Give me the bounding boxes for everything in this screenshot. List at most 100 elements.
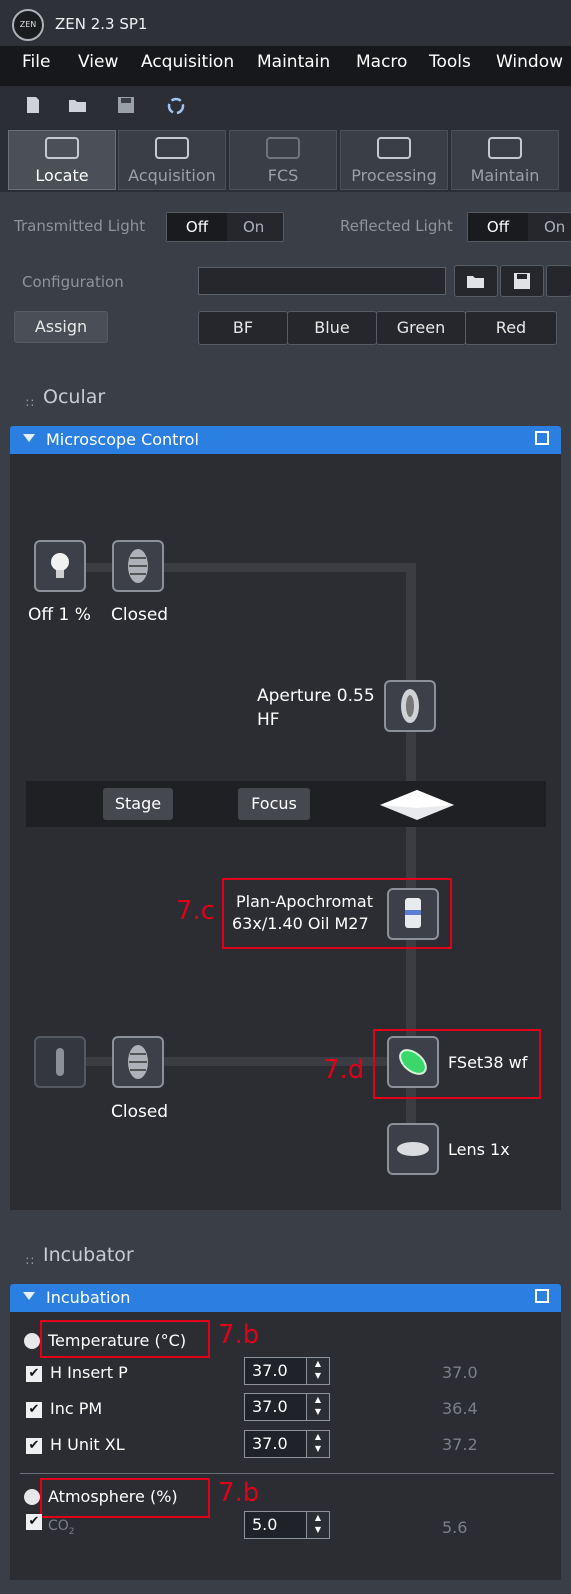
new-file-icon[interactable] bbox=[24, 96, 42, 114]
stage-button[interactable]: Stage bbox=[103, 788, 173, 820]
microscope-control-header[interactable]: Microscope Control bbox=[10, 426, 561, 454]
stage-icon[interactable] bbox=[378, 788, 456, 826]
shutter-top-status: Closed bbox=[111, 605, 169, 625]
menu-tools[interactable]: Tools bbox=[429, 52, 471, 72]
menu-window[interactable]: Window bbox=[496, 52, 563, 72]
objective-icon bbox=[405, 898, 421, 928]
channel-green-button[interactable]: Green bbox=[376, 311, 466, 345]
filter-button[interactable] bbox=[387, 1036, 439, 1088]
co2-setpoint[interactable]: 5.0 ▲ ▼ bbox=[244, 1511, 330, 1539]
gear-icon bbox=[377, 137, 411, 159]
tube-lens-icon bbox=[397, 1142, 429, 1156]
co2-label: CO2 bbox=[48, 1518, 75, 1537]
temperature-collapse-icon[interactable] bbox=[24, 1333, 40, 1349]
save-configuration-button[interactable] bbox=[500, 265, 544, 297]
objective-spec: 63x/1.40 Oil M27 bbox=[232, 914, 369, 933]
lens-button[interactable] bbox=[387, 1123, 439, 1175]
menu-maintain[interactable]: Maintain bbox=[257, 52, 330, 72]
save-icon bbox=[514, 273, 530, 289]
lens-name: Lens 1x bbox=[448, 1140, 510, 1159]
condenser-icon bbox=[401, 689, 419, 723]
h-unit-setpoint[interactable]: 37.0 ▲ ▼ bbox=[244, 1430, 330, 1458]
tab-locate[interactable]: Locate bbox=[8, 130, 116, 190]
h-unit-actual: 37.2 bbox=[442, 1435, 478, 1454]
drag-grip-icon: ∷ bbox=[26, 1254, 34, 1268]
app-title: ZEN 2.3 SP1 bbox=[55, 15, 148, 33]
filter-name: FSet38 wf bbox=[448, 1053, 528, 1072]
h-insert-setpoint[interactable]: 37.0 ▲ ▼ bbox=[244, 1357, 330, 1385]
popout-icon[interactable] bbox=[535, 431, 549, 445]
channel-blue-button[interactable]: Blue bbox=[287, 311, 377, 345]
shutter-top-button[interactable] bbox=[112, 540, 164, 592]
lightbulb-icon bbox=[51, 553, 69, 578]
h-insert-actual: 37.0 bbox=[442, 1363, 478, 1382]
open-folder-icon[interactable] bbox=[68, 96, 86, 114]
zen-logo: ZEN bbox=[12, 9, 44, 41]
lamp-side-icon bbox=[56, 1048, 64, 1076]
atmosphere-collapse-icon[interactable] bbox=[24, 1489, 40, 1505]
spinner-arrows-icon[interactable]: ▲ ▼ bbox=[306, 1431, 329, 1457]
objective-button[interactable] bbox=[387, 888, 439, 940]
menu-view[interactable]: View bbox=[78, 52, 118, 72]
h-insert-checkbox[interactable]: ✔ bbox=[26, 1366, 42, 1382]
transmitted-light-toggle[interactable]: Off On bbox=[166, 212, 284, 242]
reflected-light-toggle[interactable]: Off On bbox=[467, 212, 571, 242]
popout-icon[interactable] bbox=[535, 1289, 549, 1303]
inc-pm-checkbox[interactable]: ✔ bbox=[26, 1402, 42, 1418]
annotation-7b-atmosphere: 7.b bbox=[218, 1478, 260, 1508]
reflected-on-option[interactable]: On bbox=[544, 218, 565, 236]
inc-pm-setpoint[interactable]: 37.0 ▲ ▼ bbox=[244, 1393, 330, 1421]
aperture-label: Aperture 0.55 bbox=[257, 686, 375, 706]
lamp-bottom-button[interactable] bbox=[34, 1036, 86, 1088]
annotation-7c: 7.c bbox=[176, 896, 216, 926]
refresh-icon[interactable] bbox=[165, 96, 185, 115]
shutter-icon bbox=[128, 549, 148, 583]
transmitted-on-option[interactable]: On bbox=[243, 218, 264, 236]
channel-bf-button[interactable]: BF bbox=[198, 311, 288, 345]
tab-acquisition[interactable]: Acquisition bbox=[118, 130, 226, 190]
menu-file[interactable]: File bbox=[22, 52, 50, 72]
co2-actual: 5.6 bbox=[442, 1518, 468, 1537]
focus-button[interactable]: Focus bbox=[238, 788, 310, 820]
transmitted-light-label: Transmitted Light bbox=[14, 217, 146, 235]
reflected-light-label: Reflected Light bbox=[340, 217, 453, 235]
open-configuration-button[interactable] bbox=[454, 265, 498, 297]
aperture-button[interactable] bbox=[384, 680, 436, 732]
atmosphere-highlight-box bbox=[40, 1478, 210, 1518]
lamp-status: Off 1 % bbox=[28, 605, 91, 625]
incubator-section-title: Incubator bbox=[43, 1244, 134, 1266]
save-icon[interactable] bbox=[117, 96, 135, 114]
shutter-bottom-button[interactable] bbox=[112, 1036, 164, 1088]
channel-red-button[interactable]: Red bbox=[465, 311, 557, 345]
eye-icon bbox=[45, 137, 79, 159]
menu-acquisition[interactable]: Acquisition bbox=[141, 52, 234, 72]
tab-maintain[interactable]: Maintain bbox=[451, 130, 559, 190]
open-folder-icon bbox=[467, 276, 484, 288]
wrench-icon bbox=[488, 137, 522, 159]
temperature-highlight-box bbox=[40, 1320, 210, 1358]
tab-processing[interactable]: Processing bbox=[340, 130, 448, 190]
co2-checkbox[interactable]: ✔ bbox=[26, 1514, 42, 1530]
tab-fcs[interactable]: FCS bbox=[229, 130, 337, 190]
spinner-arrows-icon[interactable]: ▲ ▼ bbox=[306, 1358, 329, 1384]
assign-button[interactable]: Assign bbox=[14, 311, 108, 343]
spinner-arrows-icon[interactable]: ▲ ▼ bbox=[306, 1512, 329, 1538]
h-unit-checkbox[interactable]: ✔ bbox=[26, 1438, 42, 1454]
collapse-arrow-icon[interactable] bbox=[23, 434, 35, 442]
camera-icon bbox=[155, 137, 189, 159]
lamp-button[interactable] bbox=[34, 540, 86, 592]
menu-macro[interactable]: Macro bbox=[356, 52, 407, 72]
h-insert-label: H Insert P bbox=[50, 1363, 128, 1382]
ocular-section-title: Ocular bbox=[43, 386, 106, 408]
h-unit-label: H Unit XL bbox=[50, 1435, 125, 1454]
spinner-arrows-icon[interactable]: ▲ ▼ bbox=[306, 1394, 329, 1420]
transmitted-off-option[interactable]: Off bbox=[167, 213, 227, 241]
collapse-arrow-icon[interactable] bbox=[23, 1292, 35, 1300]
inc-pm-actual: 36.4 bbox=[442, 1399, 478, 1418]
configuration-field[interactable] bbox=[198, 267, 446, 295]
reflected-off-option[interactable]: Off bbox=[468, 213, 528, 241]
incubation-header[interactable]: Incubation bbox=[10, 1284, 561, 1312]
green-filter-icon bbox=[399, 1049, 427, 1075]
annotation-7b-temperature: 7.b bbox=[218, 1320, 260, 1350]
delete-configuration-button[interactable] bbox=[546, 265, 571, 297]
